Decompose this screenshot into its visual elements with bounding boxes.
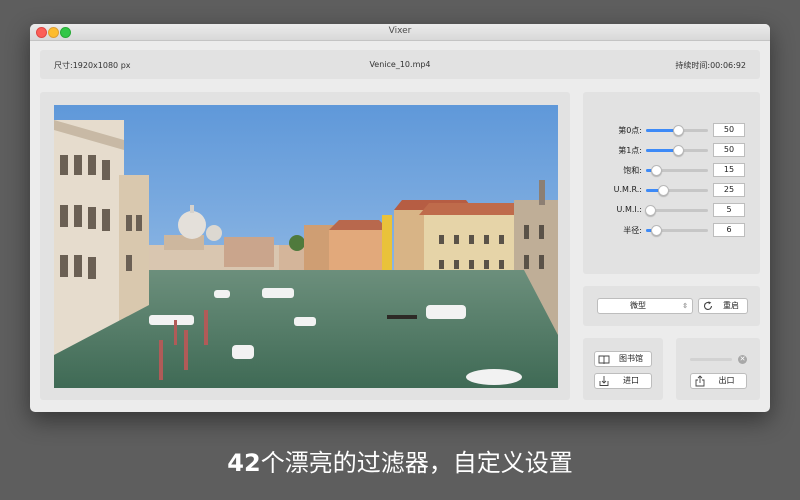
book-icon [598,355,610,365]
library-label: 图书馆 [619,354,643,363]
chevron-updown-icon: ⇳ [682,302,688,310]
video-preview-image[interactable] [54,105,558,388]
library-button[interactable]: 图书馆 [594,351,652,367]
slider-row-point1: 第1点: 50 [583,143,760,157]
preview-panel [40,92,570,400]
close-circle-icon[interactable]: ✕ [738,355,747,364]
preset-panel: 微型 ⇳ 重启 [583,286,760,326]
reset-label: 重启 [723,301,739,310]
slider-label: 第0点: [618,126,642,135]
slider-knob[interactable] [645,205,657,216]
library-panel: 图书馆 进口 [583,338,663,400]
duration-text: 持续时间:00:06:92 [675,61,746,70]
radius-value-field[interactable]: 6 [713,223,745,237]
preset-selected: 微型 [630,301,646,310]
reset-button[interactable]: 重启 [698,298,748,314]
title-bar: Vixer [30,24,770,41]
saturation-slider[interactable] [646,165,708,176]
point0-value-field[interactable]: 50 [713,123,745,137]
reload-icon [703,301,713,310]
promo-caption: 42个漂亮的过滤器，自定义设置 [0,443,800,478]
radius-slider[interactable] [646,225,708,236]
slider-row-radius: 半径: 6 [583,223,760,237]
point1-slider[interactable] [646,145,708,156]
slider-label: 饱和: [623,166,642,175]
export-panel: ✕ 出口 [676,338,760,400]
slider-row-umi: U.M.I.: 5 [583,203,760,217]
export-button[interactable]: 出口 [690,373,747,389]
import-label: 进口 [623,376,639,385]
export-progress-bar [690,358,732,361]
slider-row-umr: U.M.R.: 25 [583,183,760,197]
slider-label: 半径: [623,226,642,235]
import-button[interactable]: 进口 [594,373,652,389]
slider-row-point0: 第0点: 50 [583,123,760,137]
umr-slider[interactable] [646,185,708,196]
slider-knob[interactable] [657,185,669,196]
slider-row-saturation: 饱和: 15 [583,163,760,177]
point1-value-field[interactable]: 50 [713,143,745,157]
filename-text: Venice_10.mp4 [369,60,431,69]
slider-knob[interactable] [651,225,663,236]
slider-knob[interactable] [673,125,684,136]
share-icon [695,375,705,387]
point0-slider[interactable] [646,125,708,136]
preset-dropdown[interactable]: 微型 ⇳ [597,298,693,314]
slider-knob[interactable] [673,145,684,156]
saturation-value-field[interactable]: 15 [713,163,745,177]
caption-text: 个漂亮的过滤器，自定义设置 [260,449,573,477]
umr-value-field[interactable]: 25 [713,183,745,197]
adjustments-panel: 第0点: 50 第1点: 50 饱和: 15 U.M.R.: 25 U.M.I.… [583,92,760,274]
caption-number: 42 [227,449,261,477]
window-title: Vixer [388,26,412,36]
umi-slider[interactable] [645,205,708,216]
slider-label: U.M.R.: [613,185,642,194]
umi-value-field[interactable]: 5 [713,203,745,217]
import-tray-icon [599,376,609,386]
export-label: 出口 [718,376,735,385]
app-window: Vixer 尺寸:1920x1080 px Venice_10.mp4 持续时间… [30,24,770,412]
video-info-bar: 尺寸:1920x1080 px Venice_10.mp4 持续时间:00:06… [40,50,760,79]
slider-label: 第1点: [618,146,642,155]
slider-label: U.M.I.: [616,205,642,214]
slider-knob[interactable] [651,165,663,176]
